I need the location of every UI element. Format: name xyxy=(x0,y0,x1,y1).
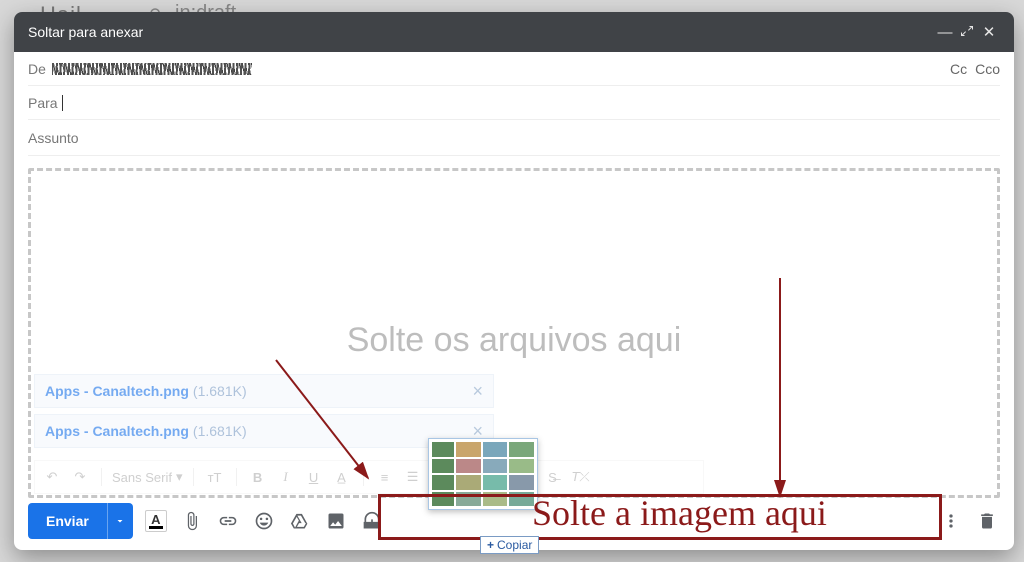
attachment-name: Apps - Canaltech.png xyxy=(45,423,189,439)
insert-link-icon[interactable] xyxy=(215,508,241,534)
clear-format-icon[interactable]: T⤫ xyxy=(570,469,592,485)
bold-icon[interactable]: B xyxy=(247,470,269,485)
header-rows: De Cc Cco Para Assunto xyxy=(14,52,1014,156)
title-bar: Soltar para anexar — ✕ xyxy=(14,12,1014,52)
underline-icon[interactable]: U xyxy=(303,470,325,485)
font-family-select[interactable]: Sans Serif ▾ xyxy=(112,469,183,485)
text-color-icon[interactable]: A̲ xyxy=(331,470,353,485)
ordered-list-icon[interactable]: ☰ xyxy=(402,469,424,485)
subject-row[interactable]: Assunto xyxy=(28,120,1000,156)
font-size-icon[interactable]: тT xyxy=(204,470,226,485)
undo-icon[interactable]: ↶ xyxy=(41,469,63,485)
bcc-toggle[interactable]: Cco xyxy=(975,61,1000,77)
text-caret xyxy=(62,95,63,111)
chevron-down-icon: ▾ xyxy=(176,469,183,485)
emoji-icon[interactable] xyxy=(251,508,277,534)
italic-icon[interactable]: I xyxy=(275,469,297,485)
redo-icon[interactable]: ↷ xyxy=(69,469,91,485)
fullscreen-button[interactable] xyxy=(956,24,978,41)
annotation-text: Solte a imagem aqui xyxy=(532,492,827,534)
attachment-name: Apps - Canaltech.png xyxy=(45,383,189,399)
align-icon[interactable]: ≡ xyxy=(374,470,396,485)
attachment-chip[interactable]: Apps - Canaltech.png (1.681K) × xyxy=(34,374,494,408)
from-address-redacted xyxy=(52,63,252,75)
compose-window: Soltar para anexar — ✕ De Cc Cco Para As… xyxy=(14,12,1014,550)
close-button[interactable]: ✕ xyxy=(978,23,1000,41)
font-family-label: Sans Serif xyxy=(112,470,172,485)
strike-icon[interactable]: S̶ xyxy=(542,470,564,485)
attachment-chip[interactable]: Apps - Canaltech.png (1.681K) × xyxy=(34,414,494,448)
discard-draft-icon[interactable] xyxy=(974,508,1000,534)
window-title: Soltar para anexar xyxy=(28,24,934,40)
plus-icon: + xyxy=(487,538,494,552)
send-options-button[interactable] xyxy=(107,503,133,539)
drive-icon[interactable] xyxy=(287,508,313,534)
insert-photo-icon[interactable] xyxy=(323,508,349,534)
send-button[interactable]: Enviar xyxy=(28,503,107,539)
cc-toggle[interactable]: Cc xyxy=(950,61,967,77)
drag-copy-hint: + Copiar xyxy=(480,536,539,554)
send-group: Enviar xyxy=(28,503,133,539)
subject-placeholder: Assunto xyxy=(28,130,79,146)
remove-attachment-icon[interactable]: × xyxy=(472,381,483,402)
attach-file-icon[interactable] xyxy=(179,508,205,534)
from-label: De xyxy=(28,61,46,77)
format-toolbar: ↶ ↷ Sans Serif ▾ тT B I U A̲ ≡ ☰ ⋮≡ ⇤ ⇥ … xyxy=(34,460,704,494)
text-format-icon[interactable]: A xyxy=(143,508,169,534)
drop-zone-text: Solte os arquivos aqui xyxy=(31,321,997,360)
attachment-size: (1.681K) xyxy=(193,423,247,439)
from-row: De Cc Cco xyxy=(28,52,1000,86)
minimize-button[interactable]: — xyxy=(934,24,956,41)
to-label: Para xyxy=(28,95,58,111)
to-row[interactable]: Para xyxy=(28,86,1000,120)
copy-label: Copiar xyxy=(497,538,532,552)
attachment-size: (1.681K) xyxy=(193,383,247,399)
